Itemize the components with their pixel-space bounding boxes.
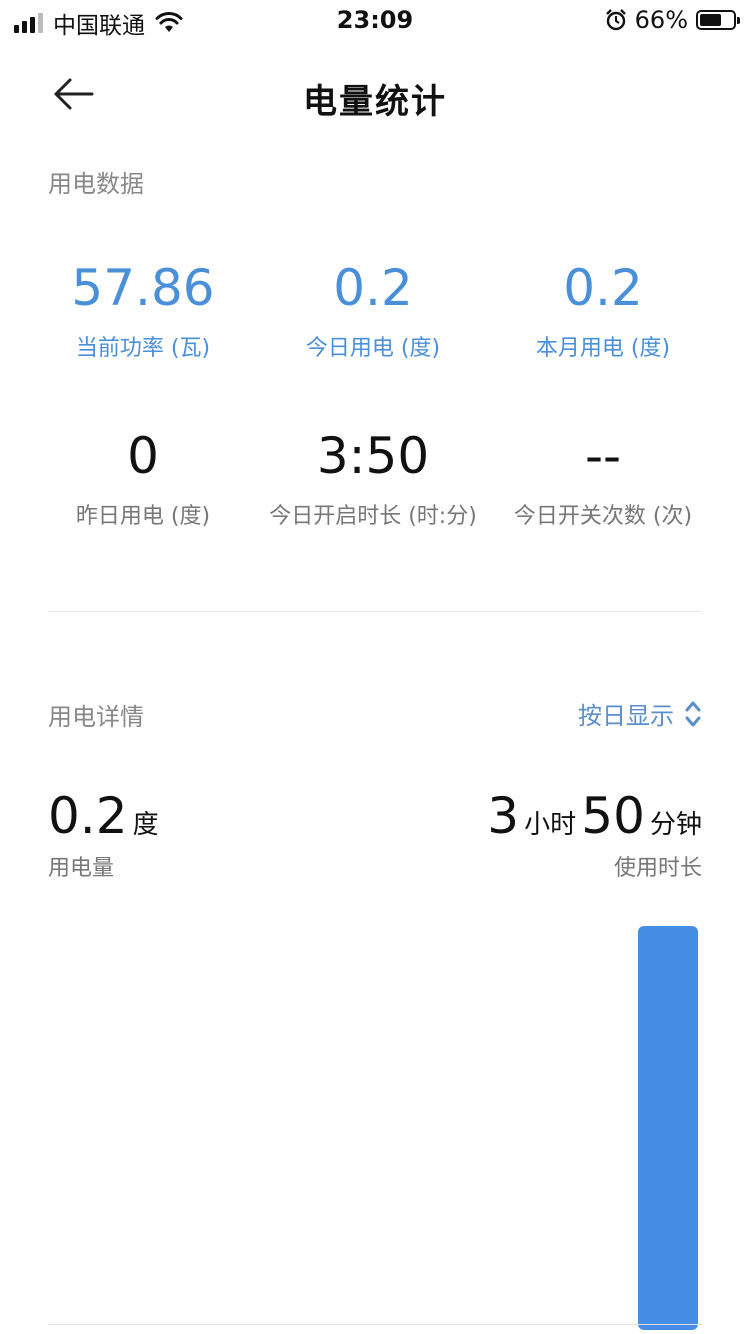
stat-value: 57.86 [71,259,215,317]
stat-label: 当前功率 (瓦) [75,336,211,361]
battery-icon [696,10,740,30]
stat-yesterday-energy: 0 昨日用电 (度) [28,426,258,530]
chart-baseline [48,1324,702,1325]
display-mode-toggle[interactable]: 按日显示 [578,696,702,731]
status-bar: 中国联通 23:09 66% [0,0,750,40]
stat-value: -- [584,427,622,485]
duration-label: 使用时长 [613,856,702,881]
display-mode-label: 按日显示 [578,702,674,730]
data-section-title: 用电数据 [48,170,144,198]
stat-label: 今日开启时长 (时:分) [269,504,477,529]
stat-label: 本月用电 (度) [535,336,671,361]
duration-minutes: 50 [581,787,645,845]
power-statistics-page: 中国联通 23:09 66% 电量统计 用电数据 57.86 当前功率 (瓦) … [0,0,750,1334]
page-title: 电量统计 [303,82,447,122]
duration-summary: 3 小时 50 分钟 使用时长 [487,786,702,882]
chart-bar[interactable] [638,926,698,1330]
battery-level-fill [700,14,721,26]
chevron-up-down-icon [685,701,701,726]
stat-value: 0.2 [563,259,643,317]
stat-current-power: 57.86 当前功率 (瓦) [28,258,258,362]
duration-hours-unit: 小时 [524,810,577,840]
energy-summary: 0.2 度 用电量 [48,786,159,882]
stat-label: 今日开关次数 (次) [513,504,693,529]
status-right: 66% [605,6,740,34]
duration-hours: 3 [487,787,520,845]
duration-minutes-unit: 分钟 [649,810,702,840]
stat-label: 今日用电 (度) [305,336,441,361]
energy-value: 0.2 [48,787,128,845]
stat-today-energy: 0.2 今日用电 (度) [258,258,488,362]
nav-header: 电量统计 [0,60,750,130]
energy-unit: 度 [132,810,159,840]
stat-today-on-duration: 3:50 今日开启时长 (时:分) [258,426,488,530]
stat-value: 0 [127,427,159,485]
stat-value: 0.2 [333,259,413,317]
alarm-icon [605,9,626,31]
stat-label: 昨日用电 (度) [75,504,211,529]
detail-section-title: 用电详情 [48,703,144,731]
battery-percent: 66% [634,6,688,34]
stat-today-switch-count: -- 今日开关次数 (次) [488,426,718,530]
stat-value: 3:50 [316,427,430,485]
energy-bar-chart [638,926,698,1330]
energy-label: 用电量 [48,856,115,881]
stat-month-energy: 0.2 本月用电 (度) [488,258,718,362]
section-divider [48,611,702,612]
